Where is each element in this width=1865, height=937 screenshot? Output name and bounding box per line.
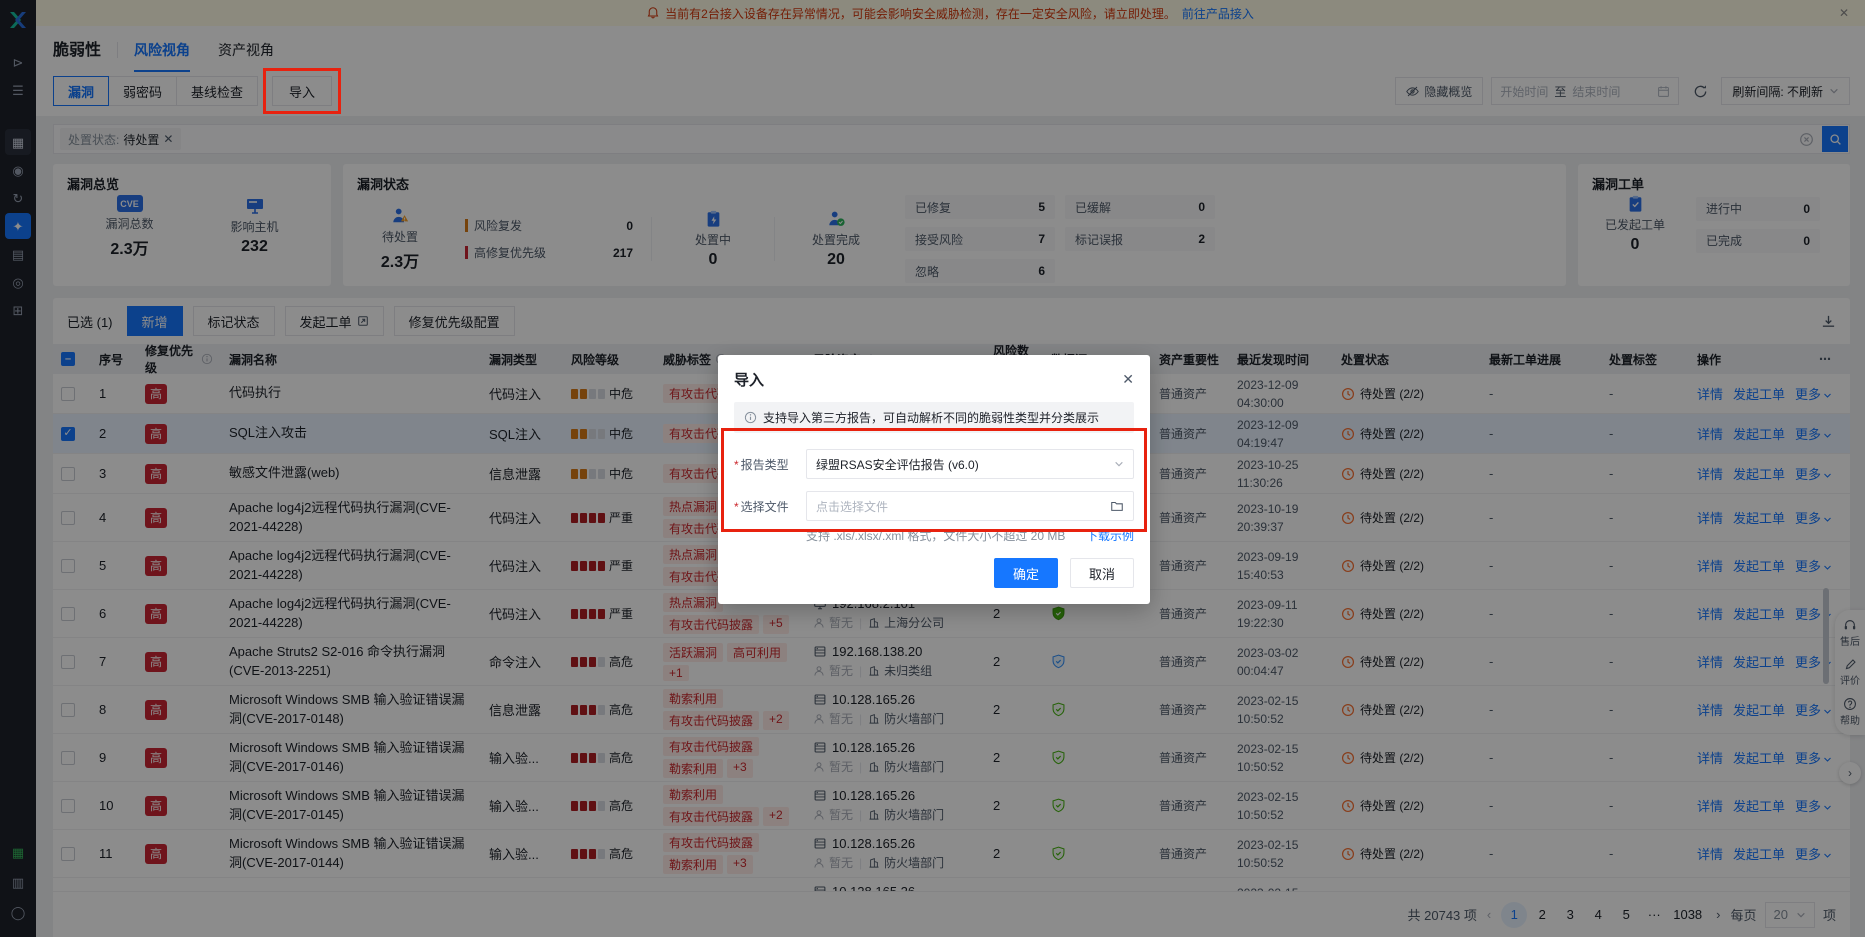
report-type-label: *报告类型 — [734, 456, 806, 473]
file-select-input[interactable]: 点击选择文件 — [806, 491, 1134, 521]
folder-icon — [1110, 499, 1124, 513]
modal-title: 导入 — [734, 369, 764, 390]
modal-info-strip: 支持导入第三方报告，可自动解析不同的脆弱性类型并分类展示 — [734, 402, 1134, 433]
report-type-select[interactable]: 绿盟RSAS安全评估报告 (v6.0) — [806, 449, 1134, 479]
import-modal: 导入 ✕ 支持导入第三方报告，可自动解析不同的脆弱性类型并分类展示 *报告类型 … — [718, 355, 1150, 604]
file-select-label: *选择文件 — [734, 498, 806, 515]
file-format-hint: 支持 .xls/.xlsx/.xml 格式，文件大小不超过 20 MB — [806, 527, 1065, 544]
download-sample-link[interactable]: 下载示例 — [1086, 527, 1134, 544]
confirm-button[interactable]: 确定 — [994, 558, 1058, 588]
chevron-down-icon — [1114, 459, 1124, 469]
info-circle-icon — [744, 411, 757, 424]
cancel-button[interactable]: 取消 — [1070, 558, 1134, 588]
modal-close-icon[interactable]: ✕ — [1122, 371, 1134, 388]
